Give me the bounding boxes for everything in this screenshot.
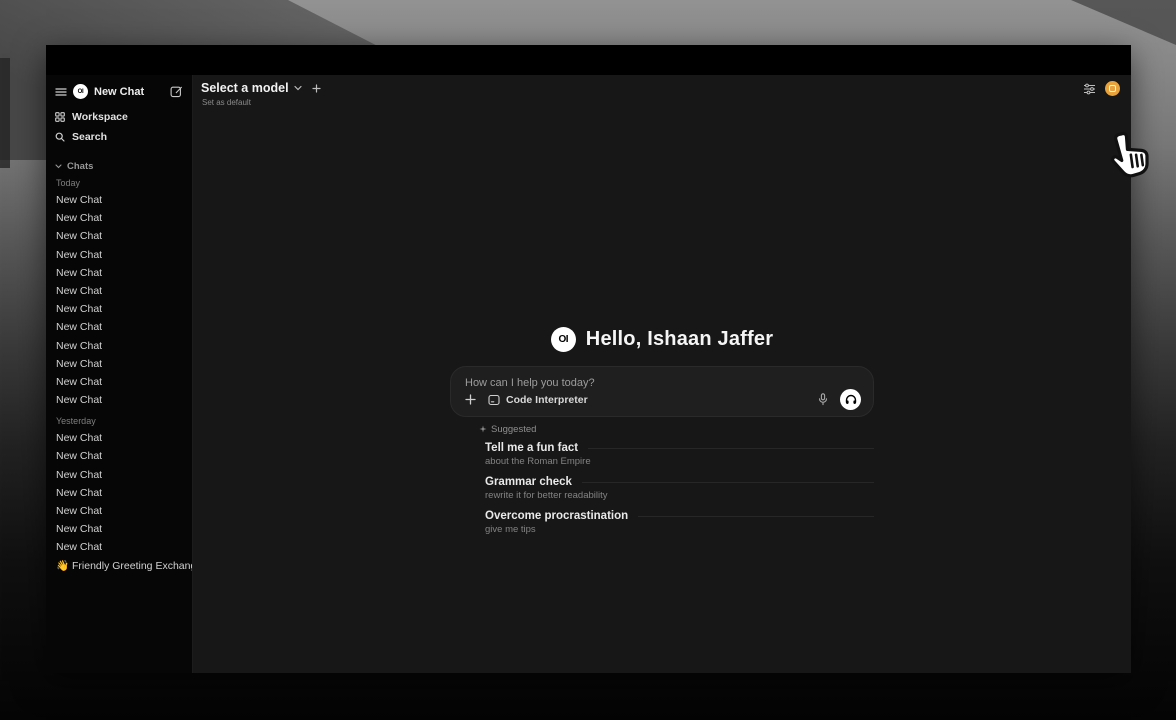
chat-list-item[interactable]: New Chat bbox=[46, 466, 192, 484]
divider bbox=[582, 482, 874, 483]
chat-list-item[interactable]: New Chat bbox=[46, 484, 192, 502]
chat-list-item[interactable]: New Chat bbox=[46, 355, 192, 373]
chevron-down-icon bbox=[294, 85, 302, 91]
desktop-background: OI New Chat Workspace bbox=[0, 0, 1176, 720]
header-actions bbox=[1083, 81, 1120, 96]
suggested-items: Tell me a fun fact about the Roman Empire… bbox=[479, 442, 874, 535]
wallpaper-shape bbox=[1026, 0, 1176, 45]
chat-group-label: Yesterday bbox=[46, 416, 192, 426]
settings-sliders-icon[interactable] bbox=[1083, 83, 1096, 95]
divider bbox=[588, 448, 874, 449]
search-icon bbox=[55, 132, 65, 142]
sidebar-item-search[interactable]: Search bbox=[46, 127, 192, 147]
user-avatar[interactable] bbox=[1105, 81, 1120, 96]
add-model-icon[interactable] bbox=[312, 84, 321, 93]
code-interpreter-icon bbox=[488, 394, 500, 406]
chats-section-toggle[interactable]: Chats bbox=[46, 149, 192, 174]
chat-list-item[interactable]: New Chat bbox=[46, 209, 192, 227]
sidebar-nav: Workspace Search bbox=[46, 103, 192, 149]
divider bbox=[638, 516, 874, 517]
code-interpreter-toggle[interactable]: Code Interpreter bbox=[488, 394, 588, 406]
chat-list-item[interactable]: New Chat bbox=[46, 373, 192, 391]
main-content: Select a model Set as default bbox=[193, 75, 1131, 673]
sidebar-item-label: Workspace bbox=[72, 111, 128, 123]
sparkle-icon bbox=[479, 425, 487, 434]
chat-list-item[interactable]: New Chat bbox=[46, 227, 192, 245]
suggested-prompt[interactable]: Tell me a fun fact about the Roman Empire bbox=[485, 442, 874, 467]
chat-list-item[interactable]: New Chat bbox=[46, 538, 192, 556]
voice-call-button[interactable] bbox=[840, 389, 861, 410]
chat-list-item[interactable]: 👋 Friendly Greeting Exchange bbox=[46, 557, 192, 575]
chat-list-item[interactable]: New Chat bbox=[46, 191, 192, 209]
suggested-prompt[interactable]: Overcome procrastination give me tips bbox=[485, 510, 874, 535]
headphones-icon bbox=[845, 394, 857, 405]
chat-list-item[interactable]: New Chat bbox=[46, 246, 192, 264]
greeting-text: Hello, Ishaan Jaffer bbox=[586, 328, 773, 351]
suggested-prompt-subtitle: give me tips bbox=[485, 524, 874, 535]
suggested-prompt[interactable]: Grammar check rewrite it for better reada… bbox=[485, 476, 874, 501]
chat-list-item[interactable]: New Chat bbox=[46, 318, 192, 336]
chevron-down-icon bbox=[55, 164, 62, 169]
chat-list-item[interactable]: New Chat bbox=[46, 300, 192, 318]
suggested-header: Suggested bbox=[479, 424, 874, 435]
chat-list-item[interactable]: New Chat bbox=[46, 502, 192, 520]
chat-groups: TodayNew ChatNew ChatNew ChatNew ChatNew… bbox=[46, 178, 192, 575]
greeting: OI Hello, Ishaan Jaffer bbox=[450, 327, 874, 352]
avatar-mark bbox=[1109, 85, 1116, 92]
sidebar-header: OI New Chat bbox=[46, 82, 192, 103]
suggested-prompt-subtitle: rewrite it for better readability bbox=[485, 490, 874, 501]
sidebar: OI New Chat Workspace bbox=[46, 75, 193, 673]
message-input-placeholder: How can I help you today? bbox=[465, 377, 861, 389]
chat-list-item[interactable]: New Chat bbox=[46, 520, 192, 538]
chat-list-item[interactable]: New Chat bbox=[46, 264, 192, 282]
suggested-prompt-title: Tell me a fun fact bbox=[485, 442, 578, 454]
code-interpreter-label: Code Interpreter bbox=[506, 394, 588, 406]
model-selector-label: Select a model bbox=[201, 81, 289, 95]
composer-toolbar: Code Interpreter bbox=[465, 389, 861, 410]
wallpaper-shape bbox=[0, 58, 10, 168]
welcome-area: OI Hello, Ishaan Jaffer How can I help y… bbox=[450, 327, 874, 544]
openwebui-logo: OI bbox=[551, 327, 576, 352]
attach-plus-icon[interactable] bbox=[465, 394, 476, 405]
set-as-default-link[interactable]: Set as default bbox=[202, 98, 251, 107]
suggested-prompt-title: Overcome procrastination bbox=[485, 510, 628, 522]
message-composer[interactable]: How can I help you today? Code Interpret… bbox=[450, 366, 874, 417]
suggested-label: Suggested bbox=[491, 424, 536, 435]
new-chat-icon[interactable] bbox=[170, 85, 183, 98]
chat-list-item[interactable]: New Chat bbox=[46, 391, 192, 409]
workspace-grid-icon bbox=[55, 112, 65, 122]
suggested-section: Suggested Tell me a fun fact about the Ro… bbox=[450, 424, 874, 535]
chats-section-label: Chats bbox=[67, 161, 93, 172]
model-selector[interactable]: Select a model bbox=[201, 81, 321, 95]
window-titlebar bbox=[46, 45, 1131, 75]
suggested-prompt-title: Grammar check bbox=[485, 476, 572, 488]
suggested-prompt-subtitle: about the Roman Empire bbox=[485, 456, 874, 467]
chat-list-item[interactable]: New Chat bbox=[46, 429, 192, 447]
sidebar-toggle-icon[interactable] bbox=[55, 87, 67, 97]
main-header: Select a model Set as default bbox=[193, 75, 1131, 115]
sidebar-item-label: Search bbox=[72, 131, 107, 143]
microphone-icon[interactable] bbox=[818, 393, 828, 406]
openwebui-logo: OI bbox=[73, 84, 88, 99]
chat-group-label: Today bbox=[46, 178, 192, 188]
chat-list-item[interactable]: New Chat bbox=[46, 337, 192, 355]
chat-list-item[interactable]: New Chat bbox=[46, 282, 192, 300]
chat-list-item[interactable]: New Chat bbox=[46, 447, 192, 465]
sidebar-title: New Chat bbox=[94, 86, 144, 98]
app-window: OI New Chat Workspace bbox=[46, 45, 1131, 673]
sidebar-item-workspace[interactable]: Workspace bbox=[46, 107, 192, 127]
